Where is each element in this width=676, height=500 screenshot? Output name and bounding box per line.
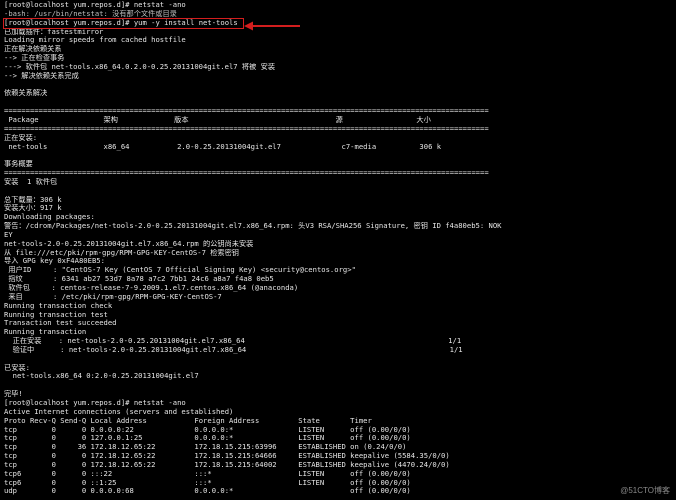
terminal-line: 软件包 : centos-release-7-9.2009.1.el7.cent…	[4, 284, 299, 292]
terminal-line: Running transaction test	[4, 310, 108, 319]
terminal-line: Active Internet connections (servers and…	[4, 407, 234, 416]
netstat-row: tcp6 0 0 ::1:25 :::* LISTEN off (0.00/0/…	[4, 478, 411, 487]
terminal-line: 导入 GPG key 0xF4A80EB5:	[4, 257, 105, 266]
terminal-line: [root@localhost yum.repos.d]# netstat -a…	[4, 398, 186, 407]
terminal-line: Loading mirror speeds from cached hostfi…	[4, 36, 186, 45]
terminal-line: 总下载量：306 k	[4, 195, 62, 204]
terminal-line: 安装大小：917 k	[4, 204, 62, 213]
terminal-window[interactable]: [root@localhost yum.repos.d]# netstat -a…	[0, 0, 676, 500]
red-arrow-icon	[244, 21, 300, 31]
terminal-line: --> 正在检查事务	[4, 54, 65, 63]
terminal-line: 正在安装 : net-tools-2.0-0.25.20131004git.el…	[4, 337, 462, 346]
netstat-row: tcp 0 0 0.0.0.0:22 0.0.0.0:* LISTEN off …	[4, 425, 411, 434]
terminal-line: 正在解决依赖关系	[4, 45, 62, 54]
netstat-row: tcp 0 36 172.18.12.65:22 172.18.15.215:6…	[4, 443, 407, 452]
netstat-row: tcp 0 0 172.18.12.65:22 172.18.15.215:64…	[4, 452, 450, 461]
terminal-line: EY	[4, 230, 13, 239]
netstat-row: tcp6 0 0 :::22 :::* LISTEN off (0.00/0/0…	[4, 469, 411, 478]
terminal-line: 事务概要	[4, 160, 33, 169]
separator-line: ========================================…	[4, 124, 489, 133]
terminal-line: 依赖关系解决	[4, 89, 48, 98]
watermark: @51CTO博客	[620, 486, 670, 495]
terminal-line: 从 file:///etc/pki/rpm-gpg/RPM-GPG-KEY-Ce…	[4, 248, 239, 257]
table-row: net-tools x86_64 2.0-0.25.20131004git.el…	[4, 142, 442, 151]
highlighted-command-line: [root@localhost yum.repos.d]# yum -y ins…	[3, 17, 244, 29]
terminal-output: [root@localhost yum.repos.d]# netstat -a…	[3, 1, 670, 496]
terminal-line: ---> 软件包 net-tools.x86_64.0.2.0-0.25.201…	[4, 62, 276, 71]
terminal-line: net-tools-2.0-0.25.20131004git.el7.x86_6…	[4, 239, 254, 248]
terminal-line: 完毕!	[4, 390, 23, 399]
netstat-row: tcp 0 0 172.18.12.65:22 172.18.15.215:64…	[4, 460, 450, 469]
terminal-line: -bash: /usr/bin/netstat: 没有那个文件或目录	[4, 9, 177, 18]
terminal-line: Running transaction	[4, 328, 87, 337]
terminal-line: --> 解决依赖关系完成	[4, 71, 79, 80]
terminal-line: 指纹 : 6341 ab27 53d7 8a78 a7c2 7bb1 24c6 …	[4, 275, 274, 284]
netstat-header: Proto Recv-Q Send-Q Local Address Foreig…	[4, 416, 372, 425]
terminal-line: 已安装:	[4, 363, 30, 372]
terminal-line: [root@localhost yum.repos.d]# netstat -a…	[4, 1, 186, 9]
terminal-line: 用户ID : "CentOS-7 Key (CentOS 7 Official …	[4, 266, 356, 275]
terminal-line: 来自 : /etc/pki/rpm-gpg/RPM-GPG-KEY-CentOS…	[4, 292, 222, 301]
terminal-line: Running transaction check	[4, 301, 113, 310]
terminal-line: 已加载插件：fastestmirror	[4, 27, 104, 36]
terminal-line: Downloading packages:	[4, 213, 95, 222]
terminal-line: 警告：/cdrom/Packages/net-tools-2.0-0.25.20…	[4, 222, 502, 231]
terminal-line: net-tools.x86_64 0:2.0-0.25.20131004git.…	[4, 372, 199, 381]
table-header: Package 架构 版本 源 大小	[4, 115, 431, 124]
terminal-line: 验证中 : net-tools-2.0-0.25.20131004git.el7…	[4, 345, 463, 354]
terminal-line: 安装 1 软件包	[4, 177, 58, 186]
terminal-line: 正在安装:	[4, 133, 38, 142]
separator-line: ========================================…	[4, 169, 489, 178]
netstat-row: udp 0 0 0.0.0.0:68 0.0.0.0:* off (0.00/0…	[4, 487, 411, 496]
netstat-row: tcp 0 0 127.0.0.1:25 0.0.0.0:* LISTEN of…	[4, 434, 411, 443]
separator-line: ========================================…	[4, 107, 489, 116]
terminal-line: Transaction test succeeded	[4, 319, 117, 328]
